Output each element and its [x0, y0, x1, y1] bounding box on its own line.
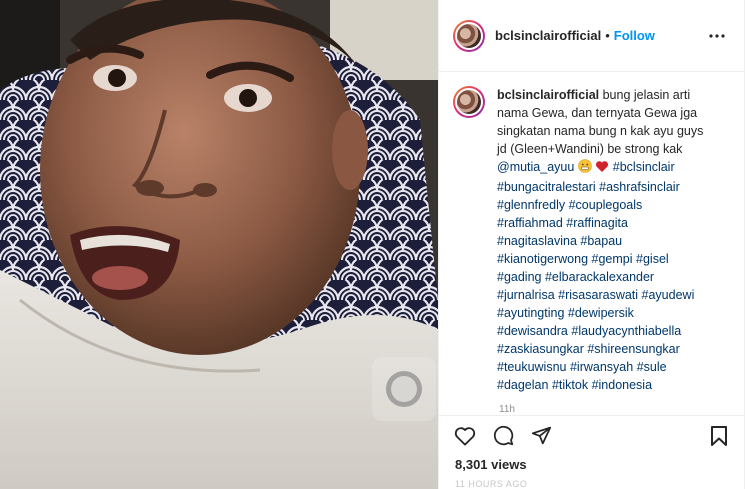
bookmark-icon[interactable]	[705, 422, 733, 450]
hashtag-link[interactable]: #gading	[497, 270, 542, 284]
hashtag-link[interactable]: #bungacitralestari	[497, 180, 596, 194]
hashtag-link[interactable]: #glennfredly	[497, 198, 565, 212]
grimacing-face-emoji-icon	[578, 159, 592, 178]
hashtag-link[interactable]: #shireensungkar	[587, 342, 679, 356]
hashtag-link[interactable]: #indonesia	[592, 378, 652, 392]
hashtag-link[interactable]: #risasaraswati	[558, 288, 638, 302]
hashtag-link[interactable]: #laudyacynthiabella	[571, 324, 681, 338]
post-video[interactable]	[0, 0, 438, 489]
more-horizontal-icon[interactable]	[705, 24, 729, 48]
post-sidebar: bclsinclairofficial • Follow bclsinclair…	[438, 0, 745, 489]
hashtag-link[interactable]: #dewipersik	[568, 306, 634, 320]
view-count[interactable]: 8,301 views	[439, 455, 745, 479]
hashtag-link[interactable]: #dagelan	[497, 378, 548, 392]
hashtag-link[interactable]: #dewisandra	[497, 324, 568, 338]
hashtag-link[interactable]: #gempi	[592, 252, 633, 266]
comments-section: bclsinclairofficial bung jelasin arti na…	[439, 72, 745, 415]
hashtag-link[interactable]: #raffiahmad	[497, 216, 563, 230]
caption-username[interactable]: bclsinclairofficial	[497, 88, 599, 102]
caption-mention[interactable]: @mutia_ayuu	[497, 160, 574, 174]
hashtag-link[interactable]: #ayutingting	[497, 306, 564, 320]
video-play-indicator[interactable]	[372, 357, 436, 421]
hashtag-link[interactable]: #jurnalrisa	[497, 288, 555, 302]
hashtag-link[interactable]: #irwansyah	[570, 360, 633, 374]
hashtag-link[interactable]: #sule	[637, 360, 667, 374]
hashtag-link[interactable]: #couplegoals	[569, 198, 643, 212]
action-bar	[439, 415, 745, 455]
caption-hashtags: #bclsinclair #bungacitralestari #ashrafs…	[497, 160, 694, 392]
caption-text: bclsinclairofficial bung jelasin arti na…	[497, 86, 707, 394]
post-header: bclsinclairofficial • Follow	[439, 0, 745, 72]
header-separator: •	[605, 28, 610, 43]
hashtag-link[interactable]: #kianotigerwong	[497, 252, 588, 266]
hashtag-link[interactable]: #ashrafsinclair	[599, 180, 680, 194]
header-username[interactable]: bclsinclairofficial	[495, 28, 601, 43]
post-age[interactable]: 11 HOURS AGO	[439, 479, 745, 489]
follow-button[interactable]: Follow	[614, 28, 655, 43]
hashtag-link[interactable]: #tiktok	[552, 378, 588, 392]
hashtag-link[interactable]: #zaskiasungkar	[497, 342, 584, 356]
hashtag-link[interactable]: #bclsinclair	[613, 160, 675, 174]
header-avatar[interactable]	[453, 19, 485, 52]
hashtag-link[interactable]: #teukuwisnu	[497, 360, 567, 374]
caption-timestamp[interactable]: 11h	[499, 404, 729, 415]
hashtag-link[interactable]: #nagitaslavina	[497, 234, 577, 248]
caption-avatar[interactable]	[453, 86, 485, 118]
play-circle-icon	[386, 371, 422, 407]
instagram-post: bclsinclairofficial • Follow bclsinclair…	[0, 0, 745, 489]
comment-icon[interactable]	[489, 422, 517, 450]
hashtag-link[interactable]: #raffinagita	[566, 216, 628, 230]
caption: bclsinclairofficial bung jelasin arti na…	[453, 86, 729, 394]
hashtag-link[interactable]: #bapau	[580, 234, 622, 248]
red-heart-emoji-icon	[595, 160, 609, 178]
hashtag-link[interactable]: #gisel	[636, 252, 669, 266]
send-icon[interactable]	[527, 422, 555, 450]
hashtag-link[interactable]: #ayudewi	[642, 288, 695, 302]
hashtag-link[interactable]: #elbarackalexander	[545, 270, 654, 284]
heart-icon[interactable]	[451, 422, 479, 450]
